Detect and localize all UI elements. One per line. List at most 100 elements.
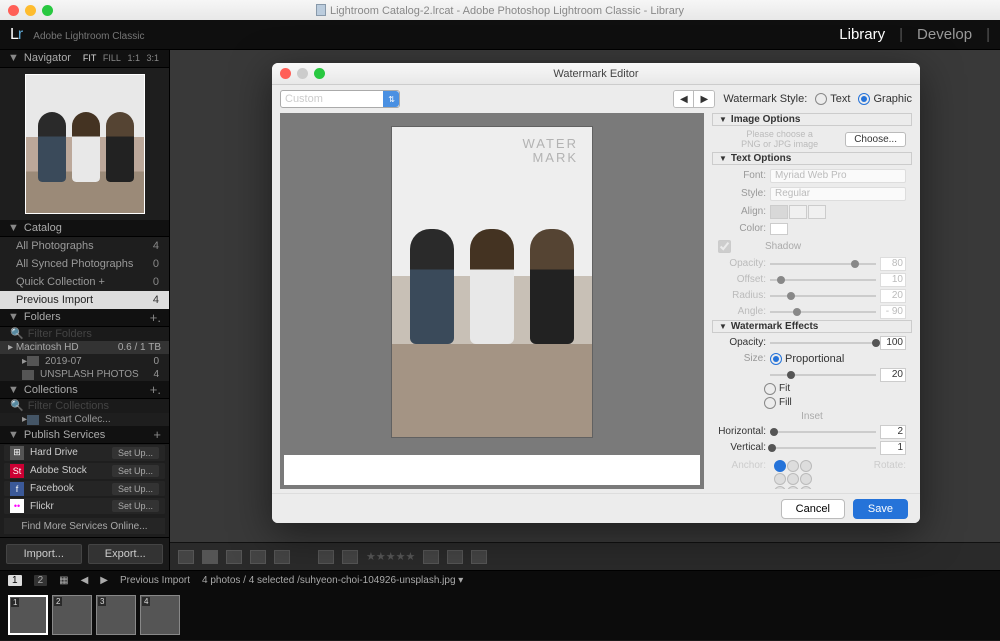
folder-item[interactable]: ▸ 2019-070: [0, 354, 169, 367]
anchor-grid[interactable]: [774, 460, 812, 489]
catalog-item[interactable]: All Synced Photographs0: [0, 255, 169, 273]
setup-button[interactable]: Set Up...: [112, 483, 159, 495]
publish-service-item[interactable]: StAdobe StockSet Up...: [4, 463, 165, 479]
add-collection-icon[interactable]: +.: [150, 382, 161, 397]
rotate-cw-icon[interactable]: [447, 550, 463, 564]
loupe-view-icon[interactable]: [202, 550, 218, 564]
navigator-zoom-tabs[interactable]: FIT FILL 1:1 3:1: [81, 53, 161, 63]
wm-size-value[interactable]: 20: [880, 368, 906, 382]
add-folder-icon[interactable]: +.: [150, 310, 161, 325]
inset-v-slider[interactable]: [770, 442, 876, 454]
size-fit-radio[interactable]: Fit: [764, 383, 912, 395]
catalog-header[interactable]: ▼Catalog: [0, 220, 169, 238]
document-icon: [316, 4, 326, 16]
filmstrip-thumb[interactable]: 3: [96, 595, 136, 635]
module-develop[interactable]: Develop: [917, 26, 972, 43]
watermark-overlay: WATER MARK: [523, 137, 579, 166]
image-options-header[interactable]: ▼Image Options: [712, 113, 912, 126]
nav-back-icon[interactable]: ◀: [81, 575, 89, 586]
choose-image-button[interactable]: Choose...: [845, 132, 906, 147]
module-library[interactable]: Library: [839, 26, 885, 43]
publish-service-item[interactable]: ⊞Hard DriveSet Up...: [4, 445, 165, 461]
grid-icon[interactable]: ▦: [59, 575, 68, 586]
people-view-icon[interactable]: [274, 550, 290, 564]
publish-service-item[interactable]: fFacebookSet Up...: [4, 481, 165, 497]
catalog-item[interactable]: Quick Collection +0: [0, 273, 169, 291]
filmstrip-thumb[interactable]: 4: [140, 595, 180, 635]
shadow-offset-slider: [770, 274, 876, 286]
publish-header[interactable]: ▼Publish Services+: [0, 426, 169, 444]
rotate-ccw-icon[interactable]: [423, 550, 439, 564]
effects-header[interactable]: ▼Watermark Effects: [712, 320, 912, 333]
inset-v-value[interactable]: 1: [880, 441, 906, 455]
collection-item[interactable]: ▸ Smart Collec...: [0, 413, 169, 426]
sort-icon[interactable]: [318, 550, 334, 564]
text-color-swatch: [770, 223, 788, 235]
export-button[interactable]: Export...: [88, 544, 164, 564]
monitor-1[interactable]: 1: [8, 575, 22, 586]
folders-filter[interactable]: 🔍Filter Folders: [0, 327, 169, 341]
dialog-title: Watermark Editor: [272, 68, 920, 80]
left-panel: ▼ Navigator FIT FILL 1:1 3:1 ▼Catalog Al…: [0, 50, 170, 570]
cancel-button[interactable]: Cancel: [781, 499, 845, 519]
wm-opacity-value[interactable]: 100: [880, 336, 906, 350]
grid-view-icon[interactable]: [178, 550, 194, 564]
inset-h-value[interactable]: 2: [880, 425, 906, 439]
survey-view-icon[interactable]: [250, 550, 266, 564]
disclosure-triangle-icon: ▼: [8, 52, 19, 64]
monitor-2[interactable]: 2: [34, 575, 48, 586]
setup-button[interactable]: Set Up...: [112, 465, 159, 477]
font-select: Myriad Web Pro: [770, 169, 906, 183]
folder-item[interactable]: UNSPLASH PHOTOS4: [0, 368, 169, 381]
volume-bar[interactable]: ▸ Macintosh HD0.6 / 1 TB: [0, 341, 169, 354]
watermark-editor-dialog: Watermark Editor Custom⇅ ◀ ▶ Watermark S…: [272, 63, 920, 523]
shadow-radius-slider: [770, 290, 876, 302]
navigator-header[interactable]: ▼ Navigator FIT FILL 1:1 3:1: [0, 50, 169, 68]
navigator-title: Navigator: [24, 52, 71, 64]
wm-size-slider[interactable]: [770, 369, 876, 381]
find-services-button[interactable]: Find More Services Online...: [4, 518, 165, 534]
save-button[interactable]: Save: [853, 499, 908, 519]
slideshow-icon[interactable]: [471, 550, 487, 564]
prev-image-button[interactable]: ◀: [674, 91, 694, 107]
catalog-item-selected[interactable]: Previous Import4: [0, 291, 169, 309]
flickr-icon: ••: [10, 499, 24, 513]
search-icon: 🔍: [10, 327, 24, 340]
harddrive-icon: ⊞: [10, 446, 24, 460]
app-brand: Adobe Lightroom Classic: [33, 31, 144, 42]
painter-icon[interactable]: [342, 550, 358, 564]
shadow-angle-slider: [770, 306, 876, 318]
app-topbar: Lr Adobe Lightroom Classic Library | Dev…: [0, 20, 1000, 50]
collections-filter[interactable]: 🔍Filter Collections: [0, 399, 169, 413]
filmstrip-thumb[interactable]: 1: [8, 595, 48, 635]
publish-service-item[interactable]: ••FlickrSet Up...: [4, 498, 165, 514]
wm-opacity-slider[interactable]: [770, 337, 876, 349]
watermark-text-input[interactable]: [284, 455, 700, 485]
nav-fwd-icon[interactable]: ▶: [100, 575, 108, 586]
navigator-preview[interactable]: [0, 68, 169, 220]
watermark-preview-pane: WATER MARK: [280, 113, 704, 489]
size-proportional-radio[interactable]: Proportional: [770, 353, 844, 365]
filmstrip-thumb[interactable]: 2: [52, 595, 92, 635]
filmstrip-infobar: 1 2 ▦ ◀ ▶ Previous Import 4 photos / 4 s…: [0, 570, 1000, 590]
collections-header[interactable]: ▼Collections+.: [0, 381, 169, 399]
next-image-button[interactable]: ▶: [694, 91, 714, 107]
folders-header[interactable]: ▼Folders+.: [0, 309, 169, 327]
filmstrip[interactable]: 1 2 3 4: [0, 590, 1000, 640]
inset-h-slider[interactable]: [770, 426, 876, 438]
rotate-label: Rotate:: [874, 460, 906, 471]
catalog-item[interactable]: All Photographs4: [0, 237, 169, 255]
compare-view-icon[interactable]: [226, 550, 242, 564]
import-button[interactable]: Import...: [6, 544, 82, 564]
rating-stars[interactable]: ★★★★★: [366, 550, 415, 563]
size-fill-radio[interactable]: Fill: [764, 397, 912, 409]
setup-button[interactable]: Set Up...: [112, 500, 159, 512]
style-graphic-radio[interactable]: Graphic: [858, 93, 912, 105]
setup-button[interactable]: Set Up...: [112, 447, 159, 459]
text-align-buttons: [770, 205, 826, 219]
folder-icon: [22, 370, 34, 380]
add-publish-icon[interactable]: +: [153, 427, 161, 442]
style-text-radio[interactable]: Text: [815, 93, 850, 105]
watermark-preset-select[interactable]: Custom⇅: [280, 90, 400, 108]
text-options-header[interactable]: ▼Text Options: [712, 152, 912, 165]
